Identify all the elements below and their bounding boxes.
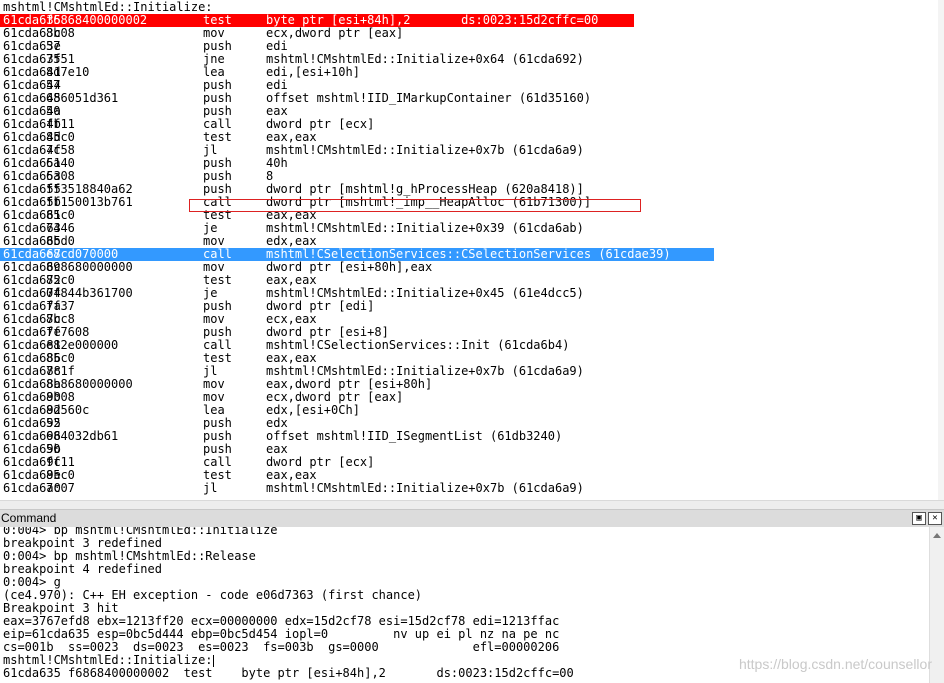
- disassembly-row[interactable]: 61cda696 684032db61 push offset mshtml!IID_…: [0, 430, 944, 443]
- disassembly-row[interactable]: 61cda63f 7551 jne mshtml!CMshtmlEd::Initial…: [0, 53, 944, 66]
- disassembly-row[interactable]: 61cda64b ff11 call dword ptr [ecx]: [0, 118, 944, 131]
- command-line-text: 61cda635 f6868400000002 test byte ptr [e…: [3, 666, 574, 680]
- command-line-text: 0:004> bp mshtml!CMshtmlEd::Release: [3, 549, 256, 563]
- disassembly-row[interactable]: 61cda68a 8b8680000000 mov eax,dword ptr [es…: [0, 378, 944, 391]
- instruction-operands: mshtml!CMshtmlEd::Initialize+0x7b (61cda…: [266, 143, 584, 157]
- command-line-text: cs=001b ss=0023 ds=0023 es=0023 fs=003b …: [3, 640, 560, 654]
- disassembly-row[interactable]: 61cda651 6a40 push 40h: [0, 157, 944, 170]
- command-line-text: mshtml!CMshtmlEd::Initialize:: [3, 653, 213, 667]
- command-window-title: Command: [1, 511, 57, 525]
- disassembly-window[interactable]: mshtml!CMshtmlEd::Initialize: 61cda635 f6…: [0, 0, 944, 500]
- disassembly-row[interactable]: 61cda641 8d7e10 lea edi,[esi+10h]: [0, 66, 944, 79]
- command-window-titlebar: Command ▣ ✕: [0, 509, 944, 528]
- disassembly-row[interactable]: 61cda667 e8cd070000 call mshtml!CSelectionS…: [0, 248, 944, 261]
- disassembly-row[interactable]: 61cda69c ff11 call dword ptr [ecx]: [0, 456, 944, 469]
- command-line-text: eax=3767efd8 ebx=1213ff20 ecx=00000000 e…: [3, 614, 560, 628]
- instruction-operands: offset mshtml!IID_ISegmentList (61db3240…: [266, 429, 563, 443]
- command-line-text: 0:004> g: [3, 575, 61, 589]
- disassembly-row[interactable]: 61cda67a ff37 push dword ptr [edi]: [0, 300, 944, 313]
- scroll-up-arrow-icon[interactable]: [933, 533, 941, 538]
- disassembly-row[interactable]: 61cda6a0 7c07 jl mshtml!CMshtmlEd::Initiali…: [0, 482, 944, 495]
- instruction-operands: offset mshtml!IID_IMarkupContainer (61d3…: [266, 91, 592, 105]
- text-cursor: [212, 654, 214, 667]
- disassembly-row[interactable]: 61cda635 f6868400000002 test byte ptr [esi+…: [0, 14, 944, 27]
- instruction-mnemonic: jl: [203, 481, 218, 495]
- disassembly-row[interactable]: 61cda63c 8b08 mov ecx,dword ptr [eax]: [0, 27, 944, 40]
- command-line-text: (ce4.970): C++ EH exception - code e06d7…: [3, 588, 423, 602]
- disassembly-row[interactable]: 61cda690 8b08 mov ecx,dword ptr [eax]: [0, 391, 944, 404]
- watermark: https://blog.csdn.net/counsellor: [738, 656, 932, 672]
- command-line-text: breakpoint 4 redefined: [3, 562, 162, 576]
- command-line-text: Breakpoint 3 hit: [3, 601, 119, 615]
- disassembly-row[interactable]: 61cda66c 898680000000 mov dword ptr [esi+80…: [0, 261, 944, 274]
- instruction-bytes: 7c07: [46, 481, 75, 495]
- disassembly-row[interactable]: 61cda67c 8bc8 mov ecx,eax: [0, 313, 944, 326]
- command-line-text: eip=61cda635 esp=0bc5d444 ebp=0bc5d454 i…: [3, 627, 560, 641]
- disassembly-scrollbar[interactable]: [938, 0, 944, 500]
- dock-button[interactable]: ▣: [912, 512, 926, 525]
- disassembly-row[interactable]: 61cda69b 50 push eax: [0, 443, 944, 456]
- command-line-text: breakpoint 3 redefined: [3, 536, 162, 550]
- disassembly-row[interactable]: 61cda64a 50 push eax: [0, 105, 944, 118]
- disassembly-row[interactable]: 61cda64f 7c58 jl mshtml!CMshtmlEd::Initiali…: [0, 144, 944, 157]
- heapalloc-call-box-annotation: [189, 199, 641, 212]
- disassembly-row[interactable]: 61cda663 7446 je mshtml!CMshtmlEd::Initiali…: [0, 222, 944, 235]
- disassembly-row[interactable]: 61cda692 8d560c lea edx,[esi+0Ch]: [0, 404, 944, 417]
- instruction-operands: mshtml!CMshtmlEd::Initialize+0x7b (61cda…: [266, 481, 584, 495]
- disassembly-row[interactable]: 61cda681 e82e000000 call mshtml!CSelectionS…: [0, 339, 944, 352]
- disassembly-row[interactable]: 61cda688 7c1f jl mshtml!CMshtmlEd::Initiali…: [0, 365, 944, 378]
- disassembly-row[interactable]: 61cda674 0f844b361700 je mshtml!CMshtmlEd::…: [0, 287, 944, 300]
- disassembly-row[interactable]: 61cda645 686051d361 push offset mshtml!IID_…: [0, 92, 944, 105]
- close-button[interactable]: ✕: [928, 512, 942, 525]
- command-output-line: 61cda635 f6868400000002 test byte ptr [e…: [3, 667, 574, 680]
